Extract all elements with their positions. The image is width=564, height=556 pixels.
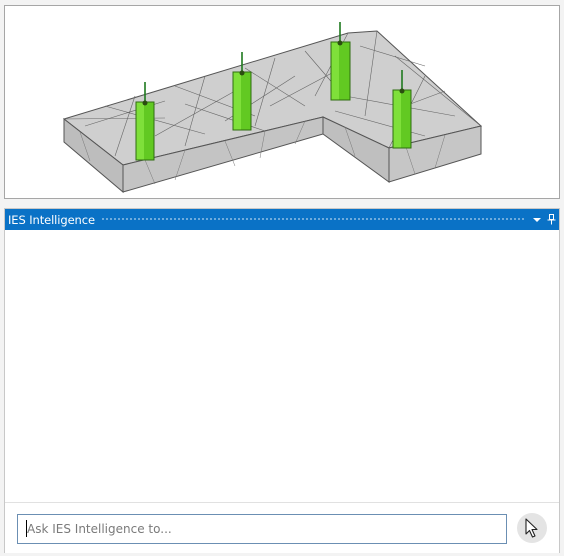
- prompt-input[interactable]: [17, 514, 507, 544]
- cursor-send-icon: [525, 518, 538, 538]
- text-caret: [26, 520, 27, 537]
- chat-messages-area[interactable]: [5, 230, 559, 504]
- ies-intelligence-panel: IES Intelligence: [4, 208, 560, 553]
- panel-header[interactable]: IES Intelligence: [5, 209, 559, 230]
- model-viewport[interactable]: [4, 5, 560, 199]
- panel-title: IES Intelligence: [8, 212, 95, 227]
- drag-grip[interactable]: [100, 217, 525, 222]
- prompt-bar: [5, 502, 559, 553]
- chevron-down-icon[interactable]: [531, 212, 543, 228]
- pin-icon[interactable]: [545, 212, 557, 228]
- foundation-model-render: [62, 22, 483, 194]
- send-button[interactable]: [517, 513, 547, 543]
